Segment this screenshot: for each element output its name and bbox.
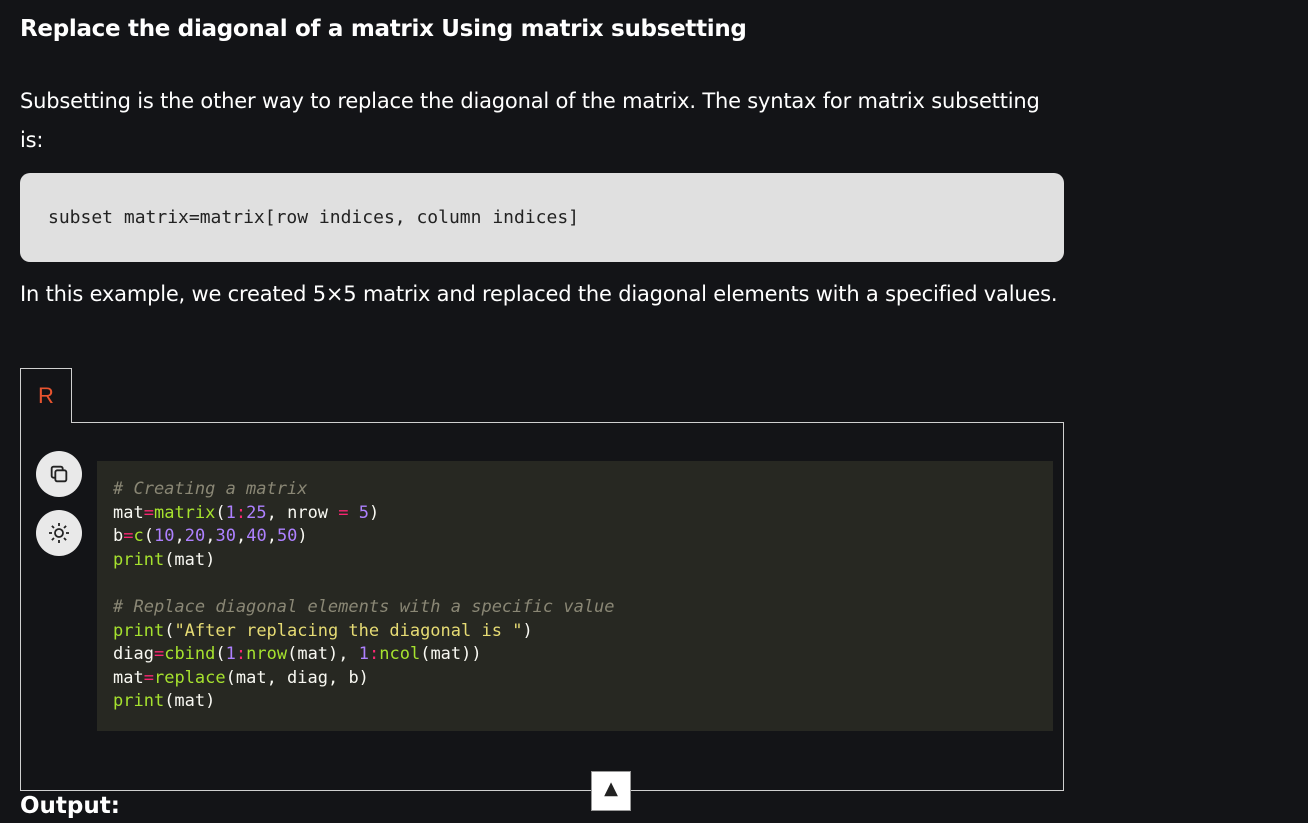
intro-paragraph: Subsetting is the other way to replace t…	[20, 89, 1040, 152]
copy-code-button[interactable]	[36, 451, 82, 497]
code-line: mat=matrix(1:25, nrow = 5)	[113, 502, 380, 523]
code-line: mat=replace(mat, diag, b)	[113, 667, 369, 688]
copy-icon	[50, 465, 68, 483]
output-heading: Output:	[20, 793, 120, 819]
example-paragraph: In this example, we created 5×5 matrix a…	[20, 282, 1058, 306]
code-line: print(mat)	[113, 549, 216, 570]
section-title: Replace the diagonal of a matrix Using m…	[20, 16, 747, 42]
syntax-code: subset matrix=matrix[row indices, column…	[48, 207, 580, 228]
scroll-to-top-button[interactable]: ▲	[591, 771, 631, 811]
toggle-theme-button[interactable]	[36, 510, 82, 556]
code-line: # Creating a matrix	[113, 479, 308, 499]
arrow-up-icon: ▲	[604, 778, 618, 799]
code-panel: # Creating a matrix mat=matrix(1:25, nro…	[20, 422, 1064, 791]
code-line: diag=cbind(1:nrow(mat), 1:ncol(mat))	[113, 644, 482, 665]
code-block: # Creating a matrix mat=matrix(1:25, nro…	[97, 461, 1053, 731]
code-line: b=c(10,20,30,40,50)	[113, 526, 308, 547]
code-line: # Replace diagonal elements with a speci…	[113, 596, 615, 617]
syntax-box: subset matrix=matrix[row indices, column…	[20, 173, 1064, 262]
code-line: print(mat)	[113, 691, 216, 712]
sun-icon	[49, 523, 69, 543]
tab-language-r[interactable]: R	[20, 368, 72, 423]
code-line: print("After replacing the diagonal is "…	[113, 620, 533, 641]
